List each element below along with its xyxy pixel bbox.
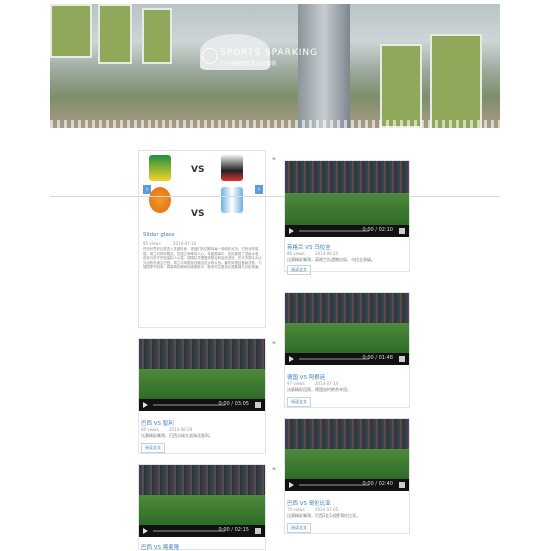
card-views: 80 views	[141, 427, 159, 432]
read-more-button[interactable]: 阅读全文	[141, 443, 165, 453]
brand-name: SPORTS SPARKING	[220, 48, 319, 58]
card-desc: 比赛精彩集锦，巴西点球大战淘汰智利。	[141, 433, 213, 438]
card-title[interactable]: 英格兰 VS 乌拉圭	[287, 243, 331, 251]
card-desc: 决赛精彩回顾，德国加时绝杀夺冠。	[287, 387, 351, 392]
video-controls: 0:00 / 03:05	[139, 399, 265, 411]
video-player[interactable]: 0:00 / 02:10	[285, 161, 409, 237]
video-player[interactable]: 0:00 / 02:15	[139, 465, 265, 537]
card-views: 86 views	[287, 251, 305, 256]
banner-building	[430, 34, 482, 128]
read-more-button[interactable]: 阅读全文	[287, 397, 311, 407]
brand-subtitle: 力与美的竞技场 运动激情	[220, 61, 277, 67]
video-crowd	[139, 465, 265, 496]
video-card: 0:00 / 02:40 巴西 VS 哥伦比亚 74 views 2014-07…	[284, 418, 410, 534]
play-icon[interactable]	[143, 528, 148, 534]
vs-label: VS	[191, 209, 205, 219]
banner-edge	[50, 120, 500, 128]
side-marker: ◆	[272, 466, 276, 472]
play-icon[interactable]	[289, 356, 294, 362]
fullscreen-icon[interactable]	[399, 356, 405, 362]
divider	[50, 196, 500, 197]
card-views: 74 views	[287, 507, 305, 512]
video-player[interactable]: 0:00 / 02:40	[285, 419, 409, 491]
team-flag-brasil-icon	[149, 155, 171, 181]
video-card: 0:00 / 03:05 巴西 VS 智利 80 views 2014-06-2…	[138, 338, 266, 454]
card-date: 2014-07-05	[315, 507, 339, 512]
card-title[interactable]: 德国 VS 阿根廷	[287, 373, 325, 381]
video-pitch	[285, 323, 409, 353]
read-more-button[interactable]: 阅读全文	[287, 523, 311, 533]
banner-building	[142, 8, 172, 64]
video-card: 0:00 / 02:10 英格兰 VS 乌拉圭 86 views 2014-06…	[284, 160, 410, 275]
fullscreen-icon[interactable]	[255, 402, 261, 408]
card-desc: 比赛精彩集锦，英格兰队遗憾出局，乌拉圭晋级。	[287, 257, 375, 262]
card-date: 2014-06-20	[315, 251, 339, 256]
card-title[interactable]: 巴西 VS 哥伦比亚	[287, 499, 331, 507]
video-time: 0:00 / 02:15	[218, 527, 249, 533]
banner-building	[50, 4, 92, 58]
side-marker: ◆	[272, 340, 276, 346]
side-marker: ◆	[272, 156, 276, 162]
fullscreen-icon[interactable]	[399, 482, 405, 488]
banner-building	[98, 4, 132, 64]
video-controls: 0:00 / 02:40	[285, 479, 409, 491]
featured-article: 巴西世界杯比赛进入关键阶段，球迷们热切期待每一场精彩对决。巴西对阵德国、荷兰对阵…	[143, 247, 262, 270]
progress-bar[interactable]	[299, 358, 369, 360]
video-crowd	[285, 419, 409, 450]
read-more-button[interactable]: 阅读全文	[287, 265, 311, 275]
slider-next-button[interactable]: ›	[255, 185, 263, 194]
progress-bar[interactable]	[153, 530, 225, 532]
progress-bar[interactable]	[299, 230, 369, 232]
banner-building	[380, 44, 422, 128]
fullscreen-icon[interactable]	[255, 528, 261, 534]
progress-bar[interactable]	[299, 484, 369, 486]
video-card: 0:00 / 01:48 德国 VS 阿根廷 97 views 2014-07-…	[284, 292, 410, 408]
card-desc: 比赛精彩集锦，巴西2比1战胜哥伦比亚。	[287, 513, 361, 518]
brand-logo[interactable]: SPORTS SPARKING 力与美的竞技场 运动激情	[202, 48, 319, 67]
video-controls: 0:00 / 02:10	[285, 225, 409, 237]
video-pitch	[139, 369, 265, 399]
video-time: 0:00 / 03:05	[218, 401, 249, 407]
video-player[interactable]: 0:00 / 03:05	[139, 339, 265, 411]
card-date: 2014-07-14	[315, 381, 339, 386]
play-icon[interactable]	[143, 402, 148, 408]
video-time: 0:00 / 02:10	[362, 227, 393, 233]
card-views: 97 views	[287, 381, 305, 386]
video-crowd	[285, 161, 409, 193]
video-card: 0:00 / 02:15 巴西 VS 喀麦隆	[138, 464, 266, 551]
video-pitch	[285, 192, 409, 225]
video-controls: 0:00 / 02:15	[139, 525, 265, 537]
fullscreen-icon[interactable]	[399, 228, 405, 234]
featured-card: VS ‹ › VS Slider glass 95 views 2014-07-…	[138, 150, 266, 328]
video-time: 0:00 / 01:48	[362, 355, 393, 361]
video-crowd	[139, 339, 265, 370]
play-icon[interactable]	[289, 482, 294, 488]
video-crowd	[285, 293, 409, 324]
video-time: 0:00 / 02:40	[362, 481, 393, 487]
team-crest-germany-icon	[221, 155, 243, 181]
featured-title[interactable]: Slider glass	[143, 232, 175, 238]
logo-icon	[202, 48, 218, 64]
video-pitch	[139, 495, 265, 525]
card-title[interactable]: 巴西 VS 智利	[141, 419, 174, 427]
featured-views: 95 views	[143, 241, 161, 246]
video-pitch	[285, 449, 409, 479]
vs-label: VS	[191, 165, 205, 175]
video-controls: 0:00 / 01:48	[285, 353, 409, 365]
team-crest-knvb-icon	[149, 187, 171, 213]
header-banner: SPORTS SPARKING 力与美的竞技场 运动激情	[50, 4, 500, 128]
video-player[interactable]: 0:00 / 01:48	[285, 293, 409, 365]
card-date: 2014-06-29	[169, 427, 193, 432]
team-crest-afa-icon	[221, 187, 243, 213]
progress-bar[interactable]	[153, 404, 225, 406]
play-icon[interactable]	[289, 228, 294, 234]
featured-date: 2014-07-10	[173, 241, 197, 246]
